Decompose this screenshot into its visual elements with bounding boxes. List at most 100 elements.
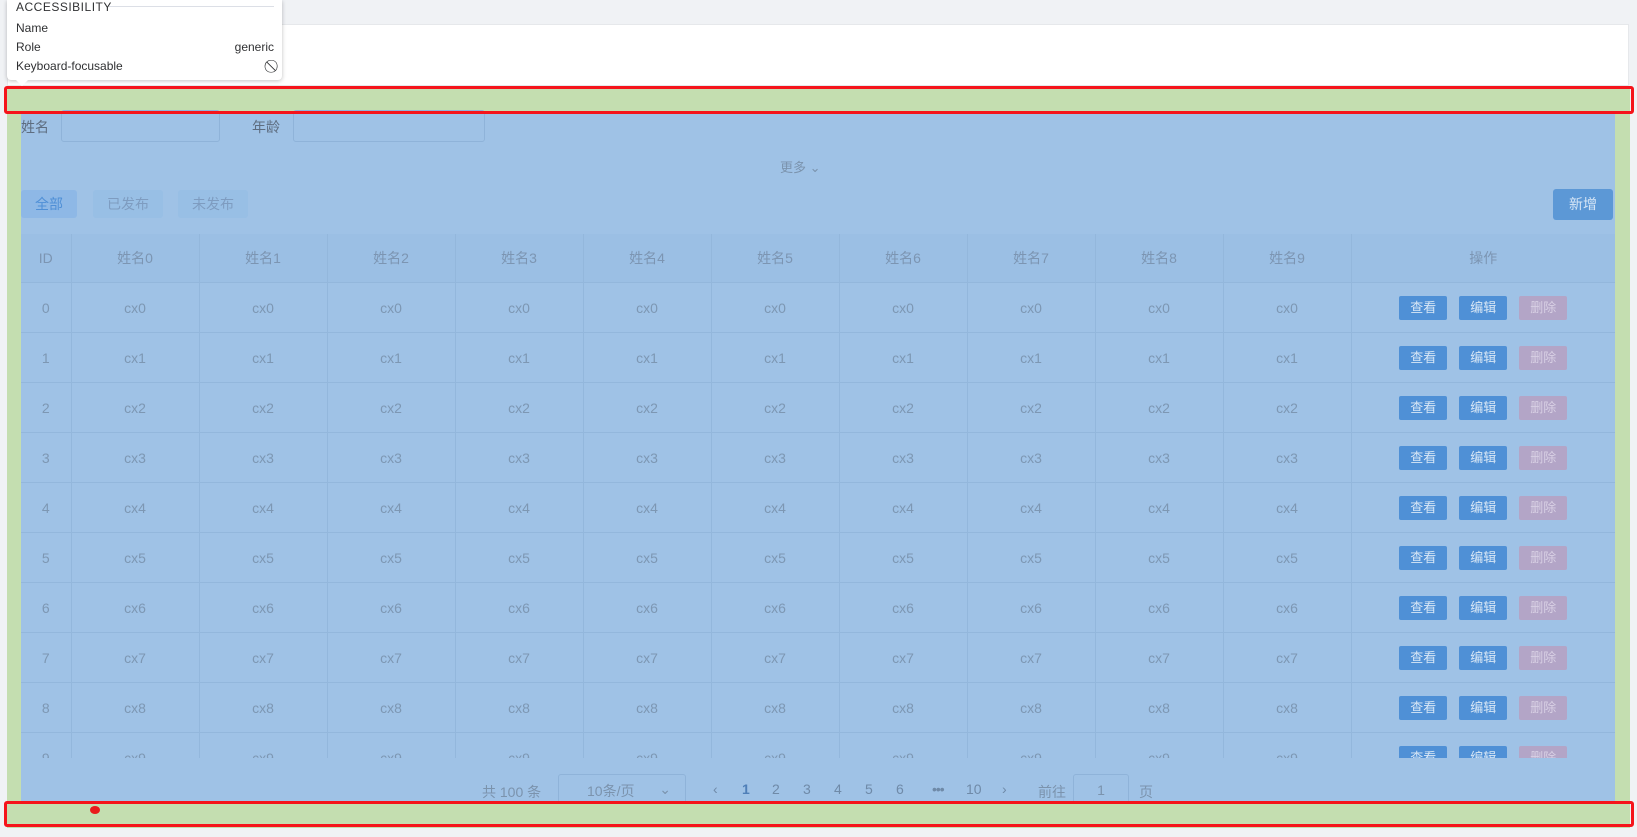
edit-button[interactable]: 编辑	[1459, 495, 1508, 520]
table-cell: cx5	[1223, 532, 1352, 583]
table-cell: cx3	[327, 432, 456, 483]
age-filter-input[interactable]	[293, 110, 485, 142]
edit-button[interactable]: 编辑	[1459, 395, 1508, 420]
tab-0[interactable]: 全部	[21, 190, 77, 218]
name-filter-input[interactable]	[61, 110, 220, 142]
table-cell: cx3	[583, 432, 712, 483]
next-page-button[interactable]: ›	[1002, 781, 1007, 797]
table-cell: cx1	[1223, 332, 1352, 383]
add-button[interactable]: 新增	[1553, 189, 1613, 220]
view-button[interactable]: 查看	[1399, 595, 1448, 620]
tab-2[interactable]: 未发布	[178, 190, 248, 218]
edit-button[interactable]: 编辑	[1459, 545, 1508, 570]
delete-button[interactable]: 删除	[1519, 745, 1568, 758]
action-cell: 查看 编辑 删除	[1351, 382, 1615, 433]
view-button[interactable]: 查看	[1399, 395, 1448, 420]
view-button[interactable]: 查看	[1399, 295, 1448, 320]
edit-button[interactable]: 编辑	[1459, 445, 1508, 470]
page-button-last[interactable]: 10	[966, 781, 982, 797]
table-row: 5 cx5 cx5 cx5 cx5 cx5 cx5 cx5 cx5 cx5 cx5 查看 编辑 删除	[21, 532, 1615, 583]
table-cell: 8	[21, 682, 72, 733]
edit-button[interactable]: 编辑	[1459, 295, 1508, 320]
page-button-2[interactable]: 2	[772, 781, 780, 797]
table-cell: cx0	[71, 282, 200, 333]
table-cell: cx2	[1223, 382, 1352, 433]
table-cell: cx5	[1095, 532, 1224, 583]
table-cell: cx7	[1095, 632, 1224, 683]
column-header: 姓名1	[199, 234, 328, 283]
view-button[interactable]: 查看	[1399, 345, 1448, 370]
table-cell: cx4	[327, 482, 456, 533]
table-cell: cx0	[1223, 282, 1352, 333]
table-cell: cx2	[839, 382, 968, 433]
name-filter-label: 姓名	[21, 119, 49, 135]
column-header: 姓名2	[327, 234, 456, 283]
table-cell: cx5	[71, 532, 200, 583]
table-cell: cx0	[327, 282, 456, 333]
chevron-down-icon: ⌄	[659, 781, 671, 797]
delete-button[interactable]: 删除	[1519, 545, 1568, 570]
edit-button[interactable]: 编辑	[1459, 595, 1508, 620]
table-row: 4 cx4 cx4 cx4 cx4 cx4 cx4 cx4 cx4 cx4 cx4 查看 编辑 删除	[21, 482, 1615, 533]
table-cell: cx3	[711, 432, 840, 483]
action-cell: 查看 编辑 删除	[1351, 332, 1615, 383]
page-button-6[interactable]: 6	[896, 781, 904, 797]
delete-button[interactable]: 删除	[1519, 495, 1568, 520]
table-cell: cx9	[967, 732, 1096, 758]
delete-button[interactable]: 删除	[1519, 395, 1568, 420]
page-button-5[interactable]: 5	[865, 781, 873, 797]
pagination-ellipsis[interactable]: •••	[932, 781, 945, 797]
table-cell: cx8	[199, 682, 328, 733]
table-cell: cx2	[71, 382, 200, 433]
view-button[interactable]: 查看	[1399, 445, 1448, 470]
column-header: 姓名6	[839, 234, 968, 283]
goto-page-input[interactable]: 1	[1073, 774, 1129, 804]
delete-button[interactable]: 删除	[1519, 345, 1568, 370]
table-cell: cx3	[839, 432, 968, 483]
table-cell: cx6	[1095, 582, 1224, 633]
table-cell: 0	[21, 282, 72, 333]
table-cell: cx2	[327, 382, 456, 433]
age-filter-label: 年龄	[252, 119, 280, 135]
prev-page-button[interactable]: ‹	[713, 781, 718, 797]
table-row: 3 cx3 cx3 cx3 cx3 cx3 cx3 cx3 cx3 cx3 cx3 查看 编辑 删除	[21, 432, 1615, 483]
table-cell: cx3	[455, 432, 584, 483]
table-cell: 2	[21, 382, 72, 433]
table-cell: cx5	[455, 532, 584, 583]
view-button[interactable]: 查看	[1399, 695, 1448, 720]
view-button[interactable]: 查看	[1399, 545, 1448, 570]
table-cell: cx4	[1223, 482, 1352, 533]
page-size-select[interactable]: 10条/页 ⌄	[558, 774, 686, 804]
table-cell: 7	[21, 632, 72, 683]
page-button-3[interactable]: 3	[803, 781, 811, 797]
edit-button[interactable]: 编辑	[1459, 745, 1508, 758]
view-button[interactable]: 查看	[1399, 495, 1448, 520]
table-cell: cx2	[711, 382, 840, 433]
delete-button[interactable]: 删除	[1519, 695, 1568, 720]
delete-button[interactable]: 删除	[1519, 295, 1568, 320]
page-button-1[interactable]: 1	[742, 781, 750, 797]
more-toggle[interactable]: 更多 ⌄	[780, 157, 821, 176]
page-button-4[interactable]: 4	[834, 781, 842, 797]
goto-label: 前往	[1038, 784, 1066, 800]
table-cell: cx0	[199, 282, 328, 333]
table-cell: cx7	[327, 632, 456, 683]
tooltip-name-key: Name	[16, 21, 49, 35]
edit-button[interactable]: 编辑	[1459, 345, 1508, 370]
column-header: 姓名7	[967, 234, 1096, 283]
table-cell: cx8	[967, 682, 1096, 733]
edit-button[interactable]: 编辑	[1459, 645, 1508, 670]
tooltip-role-key: Role	[16, 40, 41, 54]
table-cell: cx5	[839, 532, 968, 583]
delete-button[interactable]: 删除	[1519, 595, 1568, 620]
delete-button[interactable]: 删除	[1519, 645, 1568, 670]
delete-button[interactable]: 删除	[1519, 445, 1568, 470]
tab-1[interactable]: 已发布	[93, 190, 163, 218]
table-cell: cx4	[839, 482, 968, 533]
view-button[interactable]: 查看	[1399, 645, 1448, 670]
view-button[interactable]: 查看	[1399, 745, 1448, 758]
tooltip-arrow	[15, 79, 29, 86]
tooltip-role-value: generic	[234, 40, 274, 54]
edit-button[interactable]: 编辑	[1459, 695, 1508, 720]
table-cell: cx9	[71, 732, 200, 758]
